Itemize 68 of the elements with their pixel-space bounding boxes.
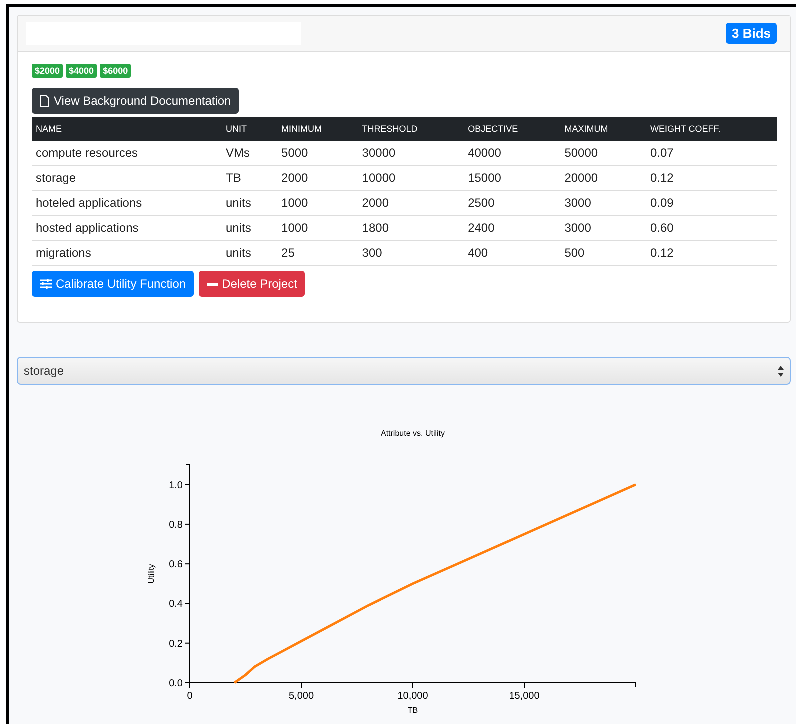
column-header: WEIGHT COEFF. xyxy=(646,117,777,141)
column-header: NAME xyxy=(32,117,222,141)
x-tick-label: 15,000 xyxy=(509,691,540,702)
table-cell: 2000 xyxy=(278,166,358,190)
price-badge: $6000 xyxy=(100,64,132,78)
table-cell: 25 xyxy=(278,240,358,266)
table-cell: 40000 xyxy=(464,141,561,166)
table-cell: 0.09 xyxy=(646,190,777,216)
chart-title: Attribute vs. Utility xyxy=(381,429,445,438)
table-cell: 500 xyxy=(560,240,646,266)
column-header: THRESHOLD xyxy=(358,117,464,141)
select-arrows-icon xyxy=(778,366,784,376)
table-cell: hosted applications xyxy=(32,216,222,240)
x-axis-label: TB xyxy=(408,706,418,715)
table-cell: 1000 xyxy=(278,216,358,240)
table-cell: 15000 xyxy=(464,166,561,190)
y-tick-label: 0.8 xyxy=(169,520,183,531)
table-cell: 50000 xyxy=(560,141,646,166)
table-cell: 300 xyxy=(358,240,464,266)
table-cell: 2500 xyxy=(464,190,561,216)
table-cell: 2000 xyxy=(358,190,464,216)
table-cell: units xyxy=(222,216,278,240)
y-tick-label: 1.0 xyxy=(169,480,183,492)
column-header: MINIMUM xyxy=(278,117,358,141)
y-tick-label: 0.4 xyxy=(169,599,183,610)
sliders-icon xyxy=(40,279,52,289)
table-cell: 0.60 xyxy=(646,216,777,240)
table-cell: 400 xyxy=(464,240,561,266)
column-header: MAXIMUM xyxy=(560,117,646,141)
delete-button[interactable]: Delete Project xyxy=(199,271,306,297)
table-cell: 1000 xyxy=(278,190,358,216)
table-cell: 0.07 xyxy=(646,141,777,166)
document-icon xyxy=(40,95,50,107)
documentation-button[interactable]: View Background Documentation xyxy=(32,88,240,114)
minus-icon xyxy=(207,282,218,286)
table-cell: 1800 xyxy=(358,216,464,240)
table-cell: 0.12 xyxy=(646,240,777,266)
calibrate-button[interactable]: Calibrate Utility Function xyxy=(32,271,194,297)
y-tick-label: 0.6 xyxy=(169,560,183,571)
x-tick-label: 5,000 xyxy=(288,691,314,702)
price-badge: $4000 xyxy=(66,64,98,78)
table-cell: 20000 xyxy=(560,166,646,190)
table-cell: 0.12 xyxy=(646,166,777,190)
table-cell: 30000 xyxy=(358,141,464,166)
table-cell: units xyxy=(222,190,278,216)
y-tick-label: 0.2 xyxy=(169,638,183,650)
y-axis-label: Utility xyxy=(147,564,156,584)
table-cell: 3000 xyxy=(560,216,646,240)
x-tick-label: 10,000 xyxy=(398,691,428,702)
select-value: storage xyxy=(24,364,64,378)
table-cell: 3000 xyxy=(560,190,646,216)
bid-count-badge: 3 Bids xyxy=(726,23,777,44)
table-cell: 2400 xyxy=(464,216,561,240)
y-tick-label: 0.0 xyxy=(169,678,183,690)
table-cell: TB xyxy=(222,166,278,190)
table-cell: units xyxy=(222,240,278,266)
x-tick-label: 0 xyxy=(187,691,193,702)
column-header: OBJECTIVE xyxy=(464,117,561,141)
table-cell: 10000 xyxy=(358,166,464,190)
table-cell: compute resources xyxy=(32,141,222,166)
table-cell: migrations xyxy=(32,240,222,266)
attribute-select[interactable]: storage xyxy=(17,357,791,385)
table-cell: VMs xyxy=(222,141,278,166)
table-cell: 5000 xyxy=(278,141,358,166)
column-header: UNIT xyxy=(222,117,278,141)
price-badge: $2000 xyxy=(32,64,64,78)
table-cell: hoteled applications xyxy=(32,190,222,216)
table-cell: storage xyxy=(32,166,222,190)
